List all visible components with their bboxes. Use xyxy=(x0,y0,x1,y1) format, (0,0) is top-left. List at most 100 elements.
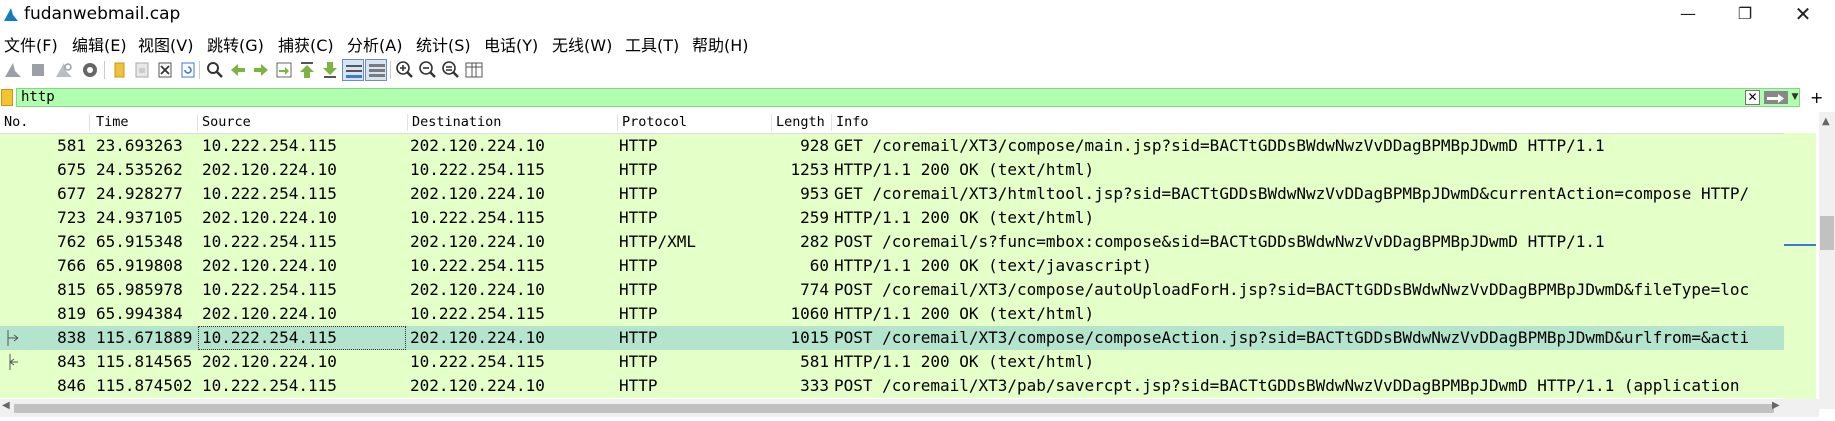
go-forward-icon[interactable] xyxy=(250,59,272,81)
restart-capture-icon[interactable] xyxy=(53,59,75,81)
capture-options-icon[interactable] xyxy=(79,59,101,81)
packet-destination: 202.120.224.10 xyxy=(410,328,545,347)
menu-tools[interactable]: 工具(T) xyxy=(625,32,679,56)
zoom-normal-icon[interactable] xyxy=(440,59,462,81)
packet-row[interactable]: 762 65.915348 10.222.254.115 202.120.224… xyxy=(0,230,1784,254)
resize-columns-icon[interactable] xyxy=(463,59,485,81)
start-capture-icon[interactable] xyxy=(2,59,24,81)
packet-row[interactable]: 675 24.535262 202.120.224.10 10.222.254.… xyxy=(0,158,1784,182)
packet-destination: 202.120.224.10 xyxy=(410,184,545,203)
menu-analyze[interactable]: 分析(A) xyxy=(347,32,402,56)
packet-protocol: HTTP xyxy=(619,160,658,179)
packet-row[interactable]: 677 24.928277 10.222.254.115 202.120.224… xyxy=(0,182,1784,206)
auto-scroll-icon[interactable] xyxy=(342,59,364,81)
packet-row[interactable]: 815 65.985978 10.222.254.115 202.120.224… xyxy=(0,278,1784,302)
maximize-button[interactable]: ❐ xyxy=(1722,0,1768,28)
column-header-row: No. Time Source Destination Protocol Len… xyxy=(0,112,1784,134)
packet-destination: 202.120.224.10 xyxy=(410,136,545,155)
menu-wireless[interactable]: 无线(W) xyxy=(552,32,612,56)
open-file-icon[interactable] xyxy=(108,59,130,81)
zoom-out-icon[interactable] xyxy=(417,59,439,81)
display-filter-bar: http ✕ ▼ + xyxy=(0,88,1835,108)
column-header-destination[interactable]: Destination xyxy=(408,114,618,131)
go-last-icon[interactable] xyxy=(319,59,341,81)
menu-help[interactable]: 帮助(H) xyxy=(692,32,749,56)
column-header-protocol[interactable]: Protocol xyxy=(618,114,772,131)
packet-protocol: HTTP xyxy=(619,376,658,395)
packet-row[interactable]: 723 24.937105 202.120.224.10 10.222.254.… xyxy=(0,206,1784,230)
packet-row[interactable]: 843 115.814565 202.120.224.10 10.222.254… xyxy=(0,350,1784,374)
packet-source: 202.120.224.10 xyxy=(202,256,337,275)
stop-capture-icon[interactable] xyxy=(27,59,49,81)
column-header-length[interactable]: Length xyxy=(772,114,832,131)
packet-row[interactable]: 819 65.994384 202.120.224.10 10.222.254.… xyxy=(0,302,1784,326)
packet-no: 723 xyxy=(57,208,86,227)
packet-minimap[interactable] xyxy=(1784,112,1819,409)
menu-telephony[interactable]: 电话(Y) xyxy=(484,32,538,56)
vertical-scrollbar[interactable] xyxy=(1819,112,1835,409)
add-filter-button[interactable]: + xyxy=(1810,88,1823,107)
menu-capture[interactable]: 捕获(C) xyxy=(278,32,334,56)
close-button[interactable]: ✕ xyxy=(1780,0,1826,28)
menu-view[interactable]: 视图(V) xyxy=(138,32,193,56)
save-file-icon[interactable] xyxy=(131,59,153,81)
packet-length: 333 xyxy=(800,376,829,395)
menu-go[interactable]: 跳转(G) xyxy=(207,32,264,56)
packet-length: 581 xyxy=(800,352,829,371)
packet-info: HTTP/1.1 200 OK (text/html) xyxy=(834,160,1095,179)
packet-no: 838 xyxy=(57,328,86,347)
reload-file-icon[interactable] xyxy=(177,59,199,81)
packet-length: 282 xyxy=(800,232,829,251)
packet-time: 65.919808 xyxy=(96,256,183,275)
packet-row[interactable]: 766 65.919808 202.120.224.10 10.222.254.… xyxy=(0,254,1784,278)
packet-info: POST /coremail/s?func=mbox:compose&sid=B… xyxy=(834,232,1605,251)
packet-destination: 202.120.224.10 xyxy=(410,376,545,395)
packet-no: 819 xyxy=(57,304,86,323)
minimize-button[interactable]: — xyxy=(1665,0,1711,28)
packet-length: 1015 xyxy=(790,328,829,347)
colorize-icon[interactable] xyxy=(365,59,387,81)
bookmark-icon[interactable] xyxy=(1,89,13,106)
packet-source: 10.222.254.115 xyxy=(202,376,337,395)
column-header-no[interactable]: No. xyxy=(0,114,90,131)
menu-statistics[interactable]: 统计(S) xyxy=(416,32,471,56)
packet-protocol: HTTP xyxy=(619,136,658,155)
menu-edit[interactable]: 编辑(E) xyxy=(72,32,127,56)
vertical-scrollbar-thumb[interactable] xyxy=(1820,216,1834,250)
display-filter-input[interactable]: http xyxy=(16,88,1800,107)
find-packet-icon[interactable] xyxy=(204,59,226,81)
packet-length: 1060 xyxy=(790,304,829,323)
packet-info: POST /coremail/XT3/pab/savercpt.jsp?sid=… xyxy=(834,376,1740,395)
packet-no: 846 xyxy=(57,376,86,395)
packet-info: HTTP/1.1 200 OK (text/html) xyxy=(834,208,1095,227)
horizontal-scrollbar-thumb[interactable] xyxy=(14,404,1774,413)
apply-filter-arrow-icon[interactable] xyxy=(1764,91,1788,104)
scroll-up-icon[interactable]: ▲ xyxy=(1822,116,1830,127)
packet-destination: 202.120.224.10 xyxy=(410,280,545,299)
filter-history-dropdown[interactable]: ▼ xyxy=(1790,90,1800,105)
clear-filter-button[interactable]: ✕ xyxy=(1745,90,1760,105)
packet-time: 24.937105 xyxy=(96,208,183,227)
scroll-left-icon[interactable]: ◀ xyxy=(2,400,10,411)
menu-file[interactable]: 文件(F) xyxy=(4,32,58,56)
packet-protocol: HTTP xyxy=(619,328,658,347)
go-to-packet-icon[interactable] xyxy=(273,59,295,81)
column-header-info[interactable]: Info xyxy=(832,114,1784,131)
column-header-source[interactable]: Source xyxy=(198,114,408,131)
zoom-in-icon[interactable] xyxy=(394,59,416,81)
go-first-icon[interactable] xyxy=(296,59,318,81)
packet-length: 1253 xyxy=(790,160,829,179)
go-back-icon[interactable] xyxy=(227,59,249,81)
packet-protocol: HTTP xyxy=(619,184,658,203)
packet-row[interactable]: 846 115.874502 10.222.254.115 202.120.22… xyxy=(0,374,1784,398)
packet-row-selected[interactable]: 838 115.671889 10.222.254.115 202.120.22… xyxy=(0,326,1784,350)
packet-row[interactable]: 581 23.693263 10.222.254.115 202.120.224… xyxy=(0,134,1784,158)
toolbar-separator xyxy=(390,61,391,79)
packet-no: 766 xyxy=(57,256,86,275)
packet-time: 115.814565 xyxy=(96,352,193,371)
close-file-icon[interactable] xyxy=(154,59,176,81)
packet-time: 23.693263 xyxy=(96,136,183,155)
column-header-time[interactable]: Time xyxy=(92,114,198,131)
packet-time: 65.985978 xyxy=(96,280,183,299)
scroll-right-icon[interactable]: ▶ xyxy=(1772,400,1780,411)
